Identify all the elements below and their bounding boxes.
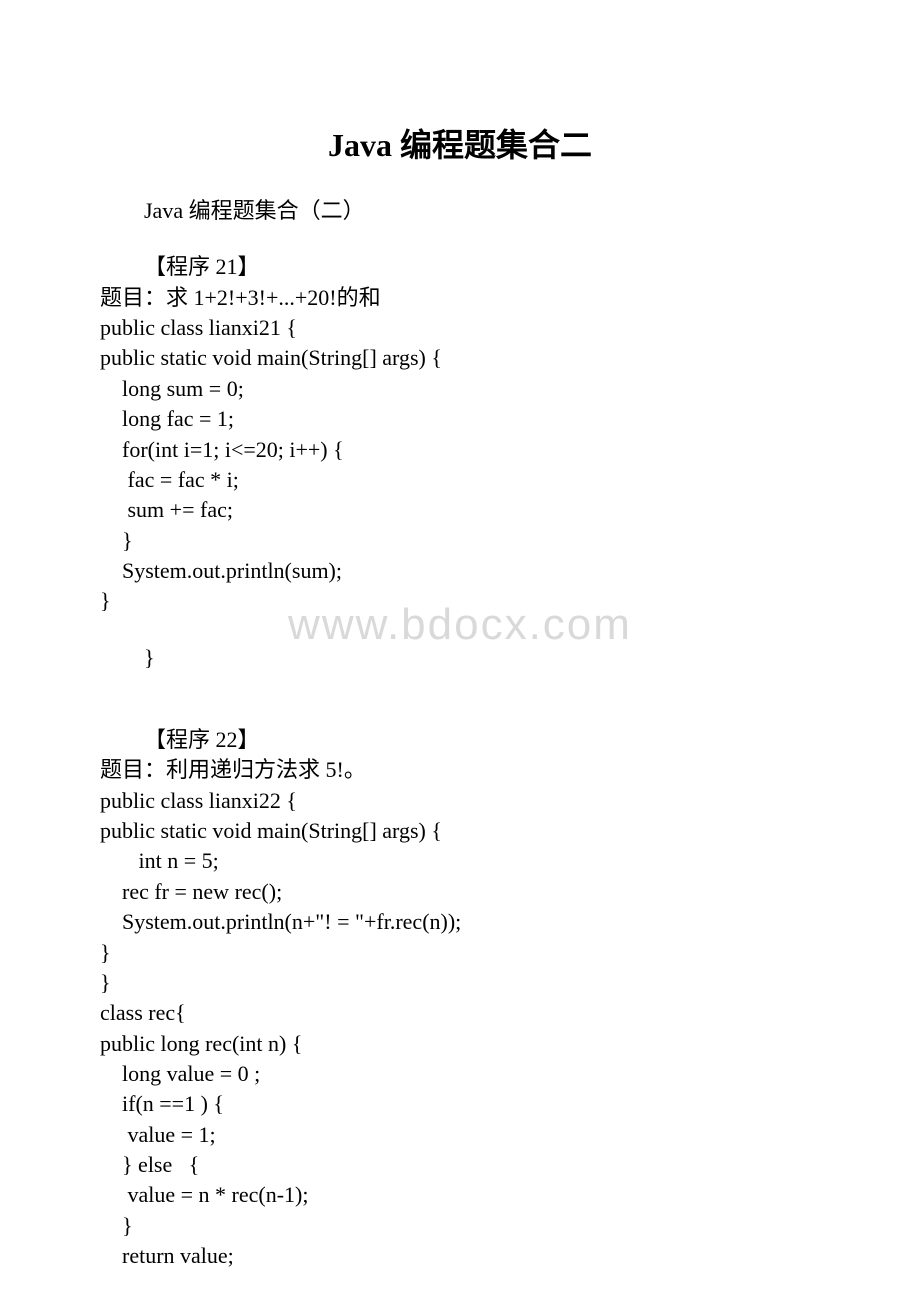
blank-line: [100, 226, 820, 252]
code-line: }: [100, 526, 820, 556]
code-line: Java 编程题集合（二）: [100, 196, 820, 226]
code-line: 【程序 22】: [100, 725, 820, 755]
code-line: }: [100, 1211, 820, 1241]
code-line: rec fr = new rec();: [100, 877, 820, 907]
code-line: System.out.println(sum);: [100, 556, 820, 586]
code-line: } else {: [100, 1150, 820, 1180]
code-line: public long rec(int n) {: [100, 1029, 820, 1059]
code-line: value = n * rec(n-1);: [100, 1180, 820, 1210]
code-line: 【程序 21】: [100, 252, 820, 282]
code-line: 题目：利用递归方法求 5!。: [100, 755, 820, 785]
code-line: public static void main(String[] args) {: [100, 816, 820, 846]
blank-line: [100, 699, 820, 725]
blank-line: [100, 617, 820, 643]
code-line: sum += fac;: [100, 495, 820, 525]
code-line: 题目：求 1+2!+3!+...+20!的和: [100, 283, 820, 313]
document-title: Java 编程题集合二: [100, 120, 820, 166]
document-body: Java 编程题集合（二） 【程序 21】题目：求 1+2!+3!+...+20!…: [100, 196, 820, 1272]
code-line: long fac = 1;: [100, 404, 820, 434]
code-line: }: [100, 968, 820, 998]
code-line: public class lianxi21 {: [100, 313, 820, 343]
code-line: }: [100, 586, 820, 616]
code-line: if(n ==1 ) {: [100, 1089, 820, 1119]
code-line: public class lianxi22 {: [100, 786, 820, 816]
code-line: class rec{: [100, 998, 820, 1028]
code-line: for(int i=1; i<=20; i++) {: [100, 435, 820, 465]
code-line: fac = fac * i;: [100, 465, 820, 495]
code-line: System.out.println(n+"! = "+fr.rec(n));: [100, 907, 820, 937]
code-line: public static void main(String[] args) {: [100, 343, 820, 373]
code-line: long value = 0 ;: [100, 1059, 820, 1089]
code-line: }: [100, 643, 820, 673]
blank-line: [100, 673, 820, 699]
code-line: }: [100, 938, 820, 968]
code-line: int n = 5;: [100, 846, 820, 876]
code-line: return value;: [100, 1241, 820, 1271]
code-line: value = 1;: [100, 1120, 820, 1150]
code-line: long sum = 0;: [100, 374, 820, 404]
